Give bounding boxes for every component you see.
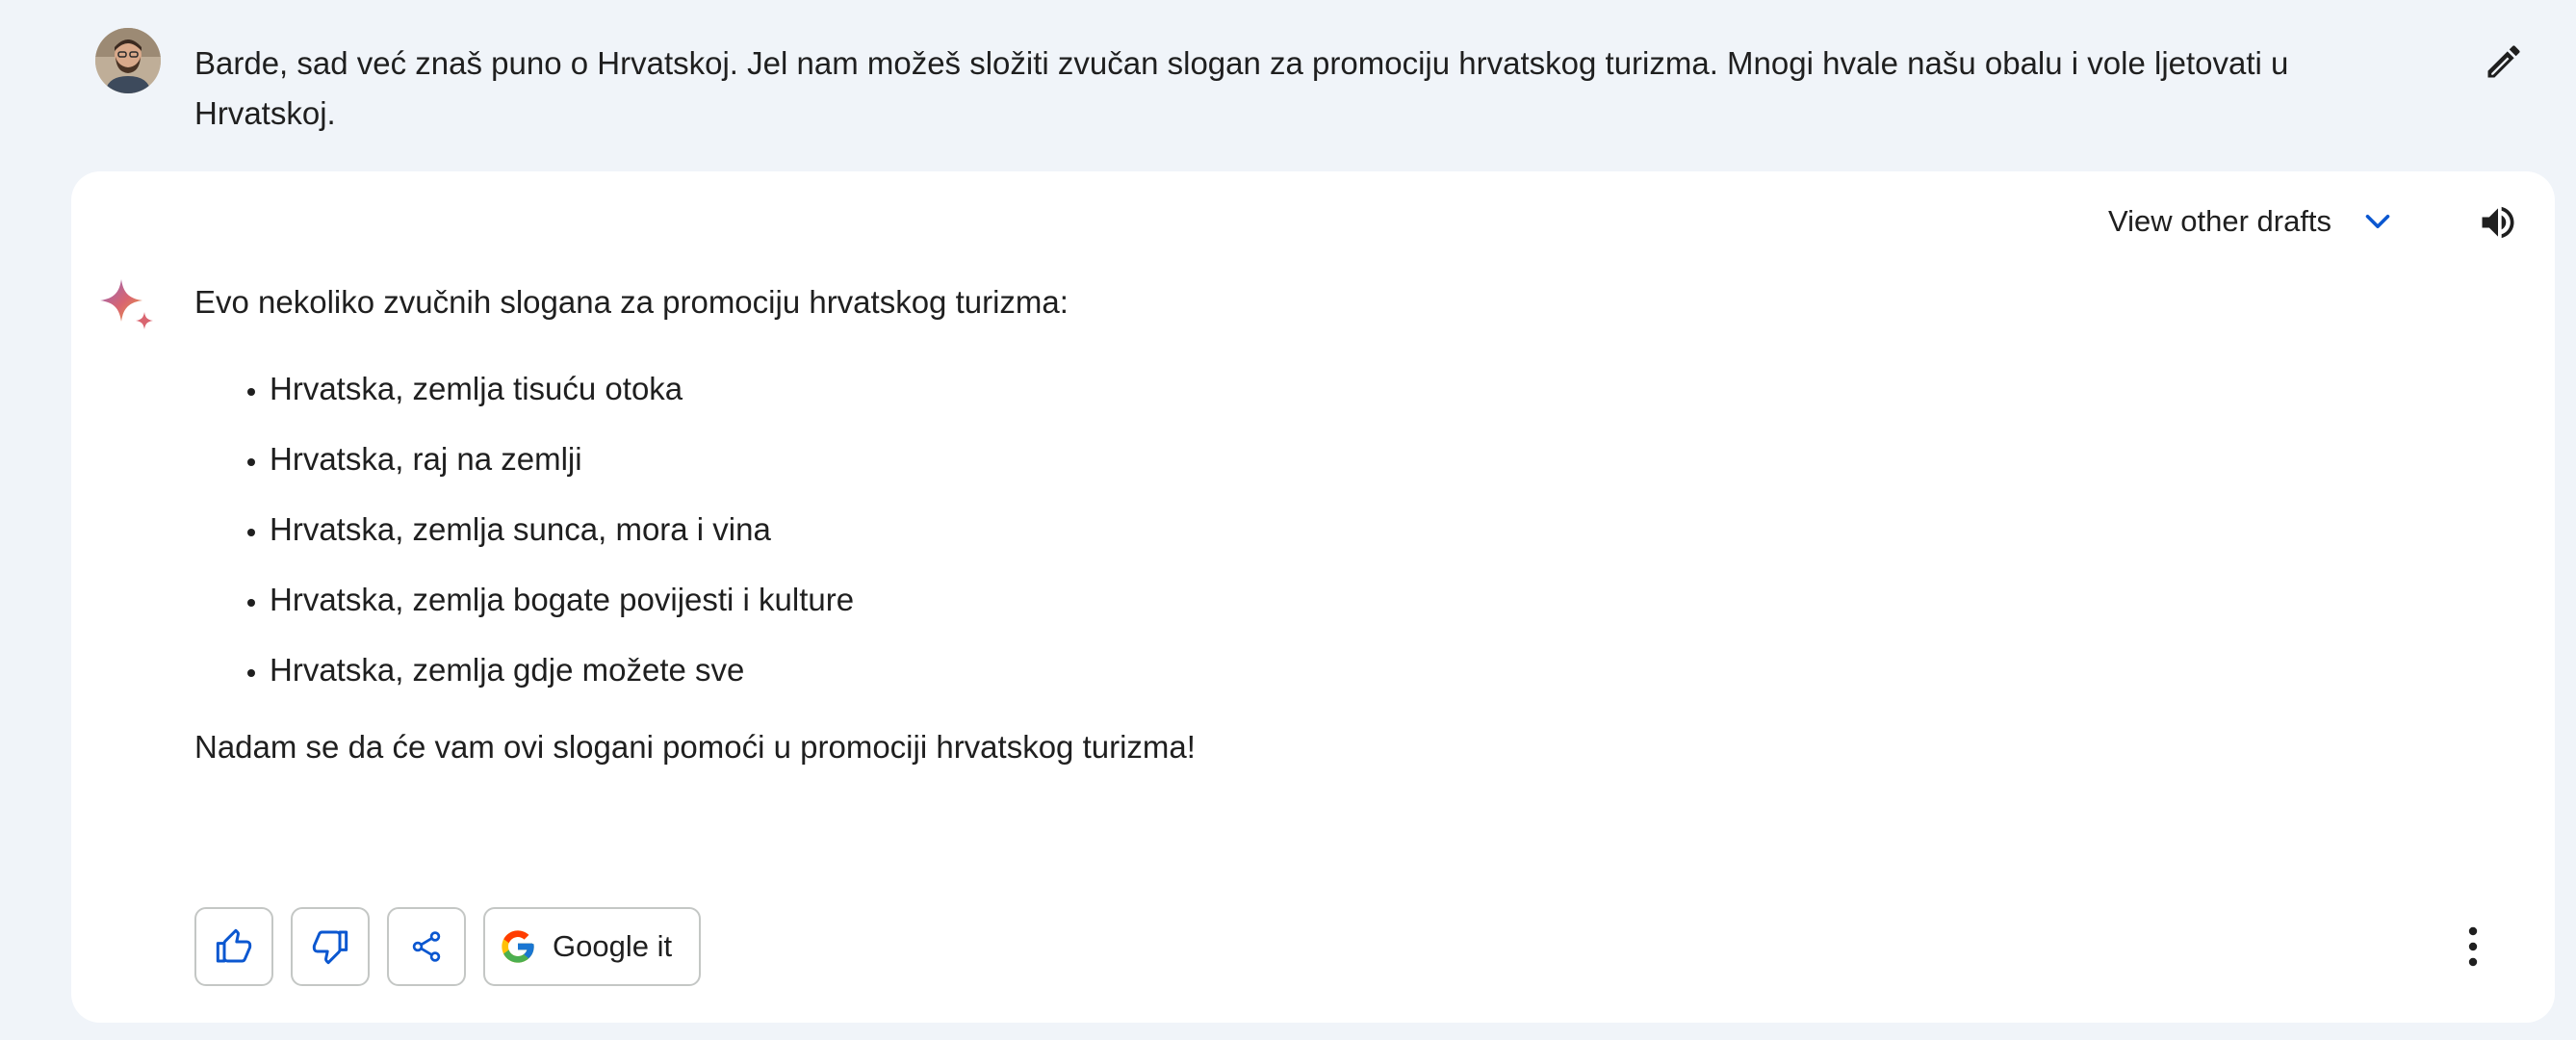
view-other-drafts-label: View other drafts: [2108, 204, 2332, 238]
user-avatar-icon: [95, 28, 161, 93]
slogan-list: Hrvatska, zemlja tisuću otoka Hrvatska, …: [194, 364, 2409, 695]
chevron-down-icon: [2360, 204, 2395, 239]
user-avatar[interactable]: [95, 28, 161, 93]
edit-prompt-button[interactable]: [2479, 37, 2529, 87]
list-item: Hrvatska, zemlja bogate povijesti i kult…: [270, 575, 2409, 625]
share-button[interactable]: [387, 907, 466, 986]
list-item: Hrvatska, zemlja gdje možete sve: [270, 645, 2409, 695]
response-card: View other drafts Evo nekoliko zvučnih s…: [71, 171, 2555, 1023]
pencil-icon: [2487, 45, 2520, 78]
thumbs-down-icon: [312, 930, 348, 965]
google-it-button[interactable]: Google it: [483, 907, 701, 986]
speaker-icon: [2482, 206, 2514, 239]
share-icon: [412, 931, 441, 962]
google-g-icon: [502, 930, 534, 963]
response-body: Evo nekoliko zvučnih slogana za promocij…: [194, 277, 2409, 772]
view-other-drafts-button[interactable]: View other drafts: [2108, 200, 2395, 243]
response-intro: Evo nekoliko zvučnih slogana za promocij…: [194, 284, 1069, 320]
response-action-bar: Google it: [194, 905, 718, 988]
prompt-text: Barde, sad već znaš puno o Hrvatskoj. Je…: [194, 45, 2289, 131]
more-vert-icon: [2468, 926, 2478, 967]
listen-button[interactable]: [2474, 198, 2522, 247]
google-it-label: Google it: [553, 929, 673, 963]
user-prompt-row: Barde, sad već znaš puno o Hrvatskoj. Je…: [0, 0, 2576, 169]
list-item: Hrvatska, zemlja tisuću otoka: [270, 364, 2409, 414]
thumbs-up-button[interactable]: [194, 907, 273, 986]
more-options-button[interactable]: [2449, 913, 2497, 980]
list-item: Hrvatska, zemlja sunca, mora i vina: [270, 505, 2409, 555]
list-item: Hrvatska, raj na zemlji: [270, 434, 2409, 484]
response-outro: Nadam se da će vam ovi slogani pomoći u …: [194, 729, 1196, 765]
thumbs-up-icon: [216, 928, 252, 963]
bard-sparkle-icon: [96, 275, 158, 337]
thumbs-down-button[interactable]: [291, 907, 370, 986]
